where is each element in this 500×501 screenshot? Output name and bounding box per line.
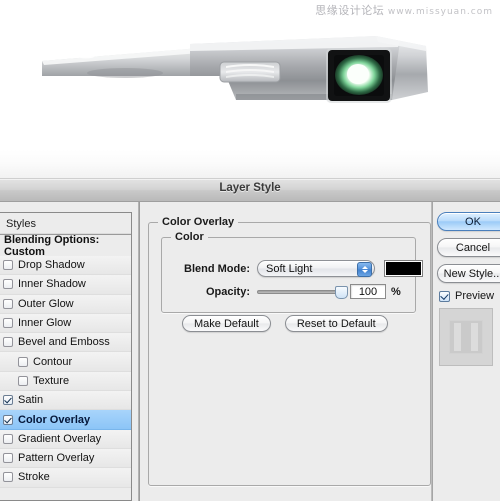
watermark: 思缘设计论坛 www.missyuan.com bbox=[315, 2, 493, 18]
effect-checkbox[interactable] bbox=[3, 395, 13, 406]
effect-label: Inner Shadow bbox=[18, 278, 86, 291]
effect-row-drop-shadow[interactable]: Drop Shadow bbox=[0, 256, 131, 276]
effect-checkbox[interactable] bbox=[3, 433, 13, 444]
effect-label: Inner Glow bbox=[18, 317, 72, 330]
effect-label: Contour bbox=[33, 355, 73, 368]
color-swatch[interactable] bbox=[384, 260, 423, 277]
styles-listbox[interactable]: Styles Blending Options: Custom Drop Sha… bbox=[0, 212, 132, 501]
effect-label: Bevel and Emboss bbox=[18, 336, 110, 349]
opacity-slider-thumb[interactable] bbox=[335, 285, 348, 299]
styles-column: Styles Blending Options: Custom Drop Sha… bbox=[0, 212, 132, 501]
effect-checkbox[interactable] bbox=[3, 318, 13, 329]
opacity-value: 100 bbox=[358, 285, 378, 298]
blending-options-label: Blending Options: Custom bbox=[4, 233, 100, 258]
color-overlay-group: Color Overlay Color Blend Mode: Soft Lig… bbox=[148, 216, 431, 486]
effect-row-texture[interactable]: Texture bbox=[0, 371, 131, 392]
effect-label: Drop Shadow bbox=[18, 259, 85, 272]
blend-mode-select[interactable]: Soft Light bbox=[257, 260, 375, 277]
preview-thumbnail bbox=[439, 308, 493, 366]
cancel-button[interactable]: Cancel bbox=[437, 238, 500, 257]
preview-row[interactable]: Preview bbox=[439, 290, 500, 302]
color-group: Color Blend Mode: Soft Light Opacity: 10… bbox=[161, 231, 423, 313]
effect-row-inner-shadow[interactable]: Inner Shadow bbox=[0, 275, 131, 295]
dialog-titlebar[interactable]: Layer Style bbox=[0, 178, 500, 202]
styles-header-label: Styles bbox=[6, 217, 36, 230]
color-group-title: Color bbox=[171, 231, 208, 243]
chevron-updown-icon[interactable] bbox=[357, 262, 372, 277]
preview-checkbox[interactable] bbox=[439, 290, 450, 302]
effects-list[interactable]: Drop Shadow Inner Shadow Outer Glow Inner G… bbox=[0, 256, 131, 500]
make-default-button[interactable]: Make Default bbox=[182, 315, 271, 332]
effect-label: Pattern Overlay bbox=[18, 452, 95, 465]
reset-to-default-button[interactable]: Reset to Default bbox=[284, 315, 388, 332]
effect-label: Gradient Overlay bbox=[18, 432, 102, 445]
effect-label: Color Overlay bbox=[18, 413, 91, 426]
effect-checkbox[interactable] bbox=[18, 356, 28, 367]
effect-checkbox[interactable] bbox=[3, 279, 13, 290]
column-divider bbox=[138, 202, 140, 501]
effect-row-color-overlay[interactable]: Color Overlay bbox=[0, 410, 131, 430]
ok-button[interactable]: OK bbox=[437, 212, 500, 231]
opacity-slider-track bbox=[257, 289, 345, 294]
blend-mode-label: Blend Mode: bbox=[184, 262, 250, 275]
effect-checkbox[interactable] bbox=[3, 337, 13, 348]
effect-row-contour[interactable]: Contour bbox=[0, 352, 131, 372]
effect-label: Texture bbox=[33, 374, 70, 387]
effect-checkbox[interactable] bbox=[3, 472, 13, 483]
color-overlay-group-title: Color Overlay bbox=[158, 216, 239, 228]
effect-checkbox[interactable] bbox=[3, 260, 13, 271]
effect-label: Outer Glow bbox=[18, 297, 74, 310]
effect-row-bevel-and-emboss[interactable]: Bevel and Emboss bbox=[0, 333, 131, 353]
effect-row-pattern-overlay[interactable]: Pattern Overlay bbox=[0, 448, 131, 469]
effect-checkbox[interactable] bbox=[18, 375, 28, 386]
effect-row-outer-glow[interactable]: Outer Glow bbox=[0, 294, 131, 314]
layer-style-dialog: Layer Style Styles Blending Options: Cus… bbox=[0, 178, 500, 501]
effect-row-satin[interactable]: Satin bbox=[0, 391, 131, 411]
dialog-title: Layer Style bbox=[219, 182, 281, 194]
effect-checkbox[interactable] bbox=[3, 298, 13, 309]
opacity-unit: % bbox=[391, 285, 401, 298]
styles-header[interactable]: Styles bbox=[0, 213, 131, 235]
default-buttons: Make Default Reset to Default bbox=[182, 315, 388, 332]
opacity-label: Opacity: bbox=[205, 285, 250, 298]
preview-thumbnail-image bbox=[449, 320, 483, 354]
product-photo-area: 思缘设计论坛 www.missyuan.com bbox=[0, 0, 500, 178]
dialog-buttons: OK Cancel New Style... Preview bbox=[437, 212, 500, 366]
preview-label: Preview bbox=[455, 290, 495, 302]
effect-label: Satin bbox=[18, 394, 44, 407]
effect-label: Stroke bbox=[18, 471, 50, 484]
blend-mode-value: Soft Light bbox=[266, 262, 313, 275]
opacity-row: Opacity: 100 % bbox=[175, 284, 401, 299]
watermark-chinese: 思缘设计论坛 bbox=[315, 4, 385, 17]
color-overlay-panel: Color Overlay Color Blend Mode: Soft Lig… bbox=[148, 212, 431, 497]
blending-options-row[interactable]: Blending Options: Custom bbox=[0, 233, 131, 258]
watermark-url: www.missyuan.com bbox=[387, 7, 493, 17]
effect-row-gradient-overlay[interactable]: Gradient Overlay bbox=[0, 429, 131, 449]
opacity-slider[interactable] bbox=[257, 285, 348, 299]
new-style-button[interactable]: New Style... bbox=[437, 264, 500, 283]
dialog-body: Styles Blending Options: Custom Drop Sha… bbox=[0, 202, 500, 501]
effect-checkbox[interactable] bbox=[3, 453, 13, 464]
right-divider bbox=[431, 202, 433, 501]
blend-mode-row: Blend Mode: Soft Light bbox=[175, 260, 423, 277]
effect-row-inner-glow[interactable]: Inner Glow bbox=[0, 313, 131, 334]
usb-flash-drive-illustration bbox=[40, 32, 460, 142]
effect-row-stroke[interactable]: Stroke bbox=[0, 468, 131, 488]
effect-checkbox[interactable] bbox=[3, 414, 13, 425]
opacity-input[interactable]: 100 bbox=[350, 284, 386, 299]
